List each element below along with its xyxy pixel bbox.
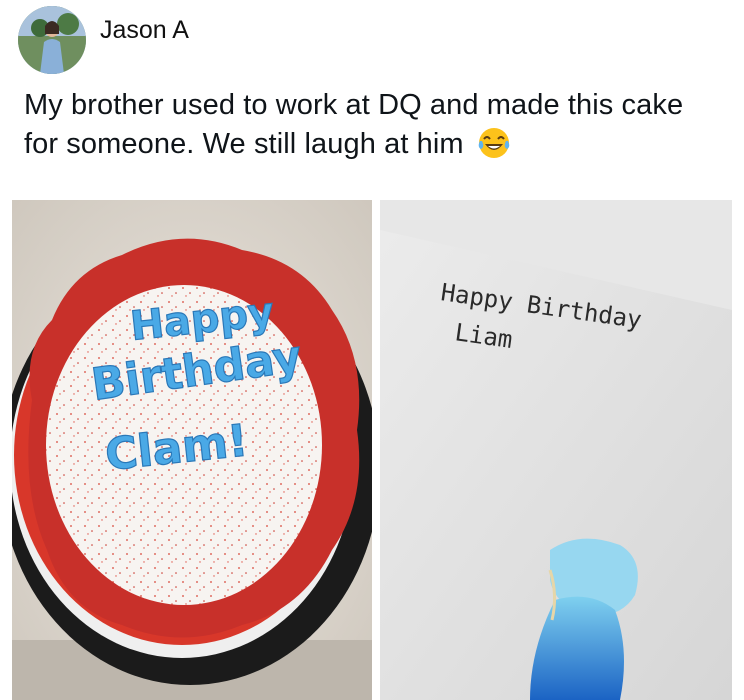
note-image: Happy Birthday Liam bbox=[380, 200, 732, 700]
post-body: My brother used to work at DQ and made t… bbox=[24, 89, 684, 160]
cake-image: Happy Birthday Clam! bbox=[12, 200, 372, 700]
note-photo[interactable]: Happy Birthday Liam bbox=[380, 200, 732, 700]
laughing-tears-emoji-icon bbox=[478, 128, 510, 158]
post-media[interactable]: Happy Birthday Clam! Happy Birthday Liam bbox=[0, 200, 744, 700]
avatar-image bbox=[18, 6, 86, 74]
cake-photo[interactable]: Happy Birthday Clam! bbox=[12, 200, 372, 700]
post-text: My brother used to work at DQ and made t… bbox=[24, 86, 724, 164]
author-name[interactable]: Jason A bbox=[100, 16, 189, 45]
avatar[interactable] bbox=[18, 6, 86, 74]
post-header: Jason A bbox=[18, 6, 189, 74]
